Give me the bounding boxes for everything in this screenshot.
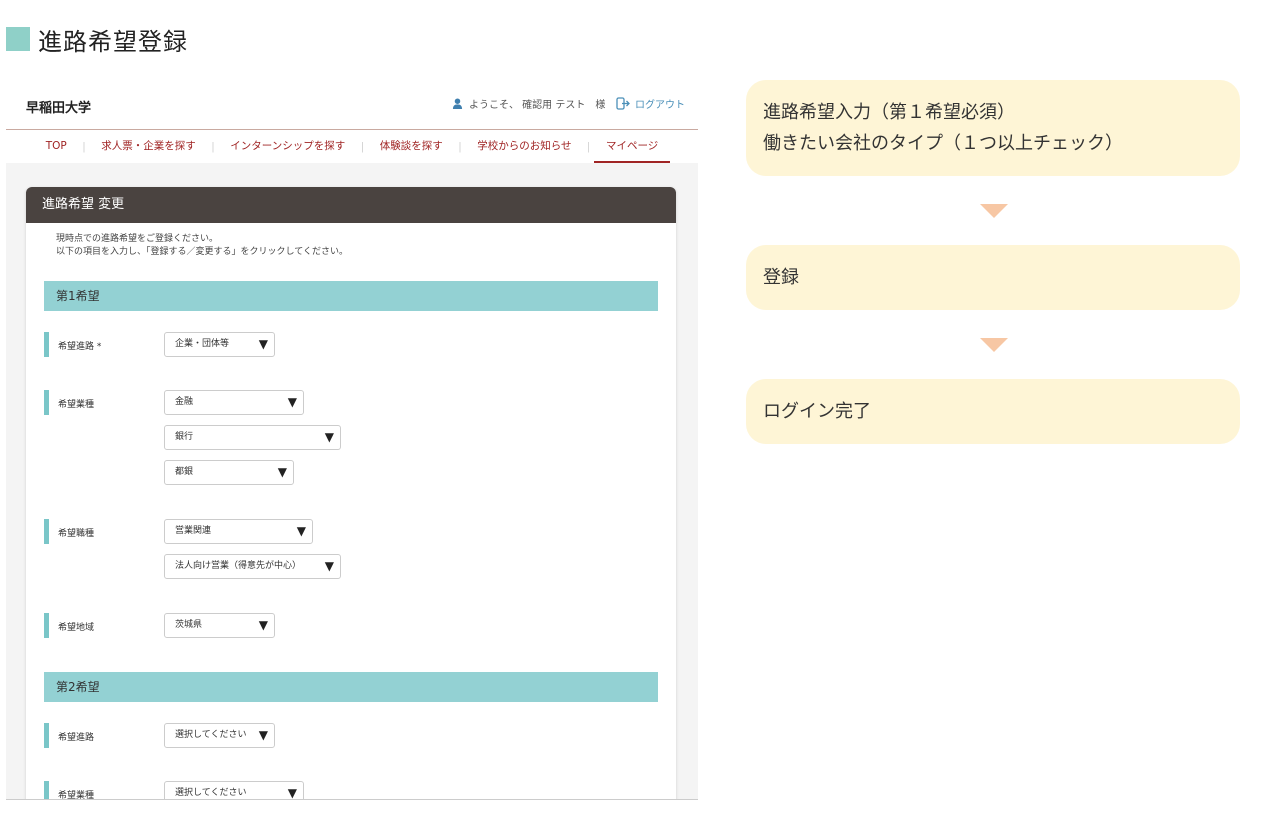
select-value: 茨城県 [175,620,203,630]
flow-step-register: 登録 [746,245,1240,310]
content-area: 進路希望 変更 現時点での進路希望をご登録ください。 以下の項目を入力し、「登録… [6,163,698,800]
field-marker [44,613,49,638]
nav-separator: ｜ [454,141,466,154]
nav-notices[interactable]: 学校からのお知らせ [465,131,583,163]
select-job-1[interactable]: 営業関連 ▼ [164,519,313,544]
select-value: 選択してください [175,788,247,798]
dropdown-arrow-icon: ▼ [324,430,334,444]
select-value: 企業・団体等 [175,339,230,349]
intro-text: 現時点での進路希望をご登録ください。 以下の項目を入力し、「登録する／変更する」… [26,223,676,259]
section-first-choice: 第1希望 [44,281,658,311]
select-industry-s2[interactable]: 選択してください ▼ [164,781,304,800]
dropdown-arrow-icon: ▼ [287,395,297,409]
screenshot-panel: 早稲田大学 ようこそ、 確認用 テスト 様 ログアウト TOP ｜ 求人票・企業… [6,78,698,800]
logout-link[interactable]: ログアウト [616,96,685,111]
nav-mypage[interactable]: マイページ [594,131,671,163]
dropdown-arrow-icon: ▼ [287,786,297,800]
field-label-job: 希望職種 [58,529,95,539]
nav-separator: ｜ [207,141,219,154]
select-value: 銀行 [175,432,194,442]
nav-experiences[interactable]: 体験談を探す [368,131,455,163]
page-heading: 進路希望登録 [6,22,188,56]
welcome-text: ようこそ、 確認用 テスト 様 [469,100,606,111]
dropdown-arrow-icon: ▼ [277,465,287,479]
select-course-2[interactable]: 選択してください ▼ [164,723,275,748]
select-industry-2[interactable]: 銀行 ▼ [164,425,341,450]
page-title: 進路希望登録 [38,27,188,56]
select-industry-3[interactable]: 都銀 ▼ [164,460,294,485]
select-value: 営業関連 [175,526,212,536]
dropdown-arrow-icon: ▼ [258,618,268,632]
dropdown-arrow-icon: ▼ [296,524,306,538]
field-marker [44,332,49,357]
select-value: 法人向け営業（得意先が中心） [175,561,302,571]
field-label-course-2: 希望進路 [58,733,95,743]
heading-square-icon [6,27,30,51]
field-marker [44,519,49,544]
dropdown-arrow-icon: ▼ [258,337,268,351]
select-value: 金融 [175,397,194,407]
site-header: 早稲田大学 ようこそ、 確認用 テスト 様 ログアウト [6,78,698,130]
select-industry-1[interactable]: 金融 ▼ [164,390,304,415]
flow-step-input-line-2: 働きたい会社のタイプ（１つ以上チェック） [763,133,1123,154]
intro-line-1: 現時点での進路希望をご登録ください。 [56,234,219,244]
main-nav: TOP ｜ 求人票・企業を探す ｜ インターンシップを探す ｜ 体験談を探す ｜… [6,131,698,163]
nav-top[interactable]: TOP [34,131,79,163]
logout-label: ログアウト [635,100,685,111]
logout-icon [616,97,630,110]
dropdown-arrow-icon: ▼ [258,728,268,742]
field-label-industry-2: 希望業種 [58,791,95,800]
select-job-2[interactable]: 法人向け営業（得意先が中心） ▼ [164,554,341,579]
dropdown-arrow-icon: ▼ [324,559,334,573]
card-title: 進路希望 変更 [26,187,676,223]
select-region[interactable]: 茨城県 ▼ [164,613,275,638]
select-value: 選択してください [175,730,247,740]
select-course[interactable]: 企業・団体等 ▼ [164,332,275,357]
user-icon [452,98,463,109]
nav-internship[interactable]: インターンシップを探す [218,131,357,163]
field-marker [44,390,49,415]
nav-separator: ｜ [357,141,368,154]
flow-arrow-down-icon [980,204,1008,218]
field-marker [44,723,49,748]
welcome-message: ようこそ、 確認用 テスト 様 [452,96,605,111]
field-label-region: 希望地域 [58,623,95,633]
section-second-choice: 第2希望 [44,672,658,702]
select-value: 都銀 [175,467,194,477]
field-label-industry: 希望業種 [58,400,95,410]
career-form-card: 進路希望 変更 現時点での進路希望をご登録ください。 以下の項目を入力し、「登録… [26,187,676,800]
flow-step-input: 進路希望入力（第１希望必須） 働きたい会社のタイプ（１つ以上チェック） [746,80,1240,176]
nav-separator: ｜ [78,141,90,154]
field-marker [44,781,49,799]
field-label-course: 希望進路 * [58,342,102,352]
flow-step-login-complete: ログイン完了 [746,379,1240,444]
flow-step-input-line-1: 進路希望入力（第１希望必須） [763,102,1015,123]
intro-line-2: 以下の項目を入力し、「登録する／変更する」をクリックしてください。 [56,247,348,257]
nav-separator: ｜ [583,141,595,154]
flow-arrow-down-icon [980,338,1008,352]
site-logo[interactable]: 早稲田大学 [26,97,91,116]
nav-job-search[interactable]: 求人票・企業を探す [89,131,208,163]
